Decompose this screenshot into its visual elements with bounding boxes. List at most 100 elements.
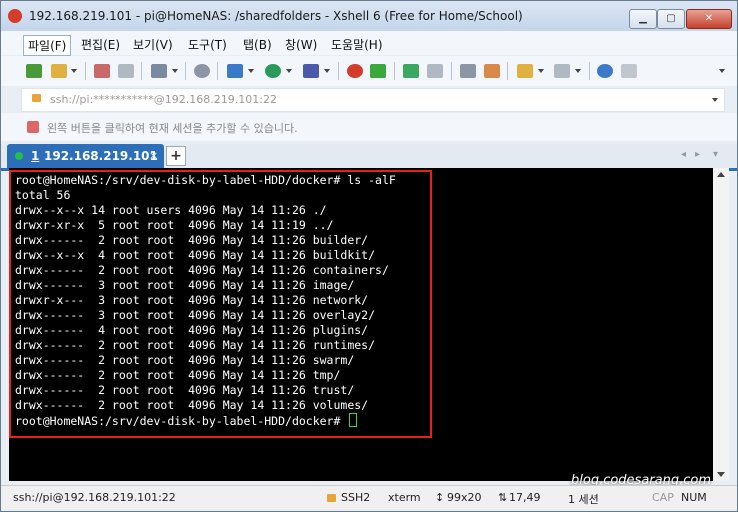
toolbar-divider: [394, 62, 395, 80]
address-bar[interactable]: ssh://pi:***********@192.168.219.101:22: [21, 88, 725, 112]
menu-tools[interactable]: 도구(T): [184, 35, 231, 54]
minimize-button[interactable]: ▁: [629, 9, 657, 29]
status-bar: ssh://pi@192.168.219.101:22 SSH2 xterm ↕…: [1, 485, 737, 510]
lock-icon[interactable]: [427, 64, 443, 78]
menu-file[interactable]: 파일(F): [23, 35, 72, 56]
open-folder-icon[interactable]: [51, 64, 67, 78]
transfer-icon[interactable]: [227, 64, 243, 78]
keyboard-icon[interactable]: [460, 64, 476, 78]
status-sessions: 1 세션: [568, 493, 599, 506]
properties-icon[interactable]: [151, 64, 167, 78]
connected-status-icon: [15, 152, 23, 160]
menu-window[interactable]: 창(W): [281, 35, 321, 54]
highlight-icon[interactable]: [484, 64, 500, 78]
tab-label: 192.168.219.101: [44, 149, 158, 163]
tab-next-icon[interactable]: ▸: [695, 149, 700, 160]
terminal-line: drwx--x--x 4 root root 4096 May 14 11:26…: [15, 248, 376, 262]
status-protocol: SSH2: [341, 491, 371, 504]
status-term: xterm: [388, 491, 421, 504]
tab-session-1[interactable]: 1 192.168.219.101 ×: [7, 144, 164, 168]
terminal-line: drwx------ 2 root root 4096 May 14 11:26…: [15, 263, 389, 277]
terminal-line: drwx------ 2 root root 4096 May 14 11:26…: [15, 398, 369, 412]
terminal-line: drwx------ 2 root root 4096 May 14 11:26…: [15, 383, 355, 397]
terminal-line: drwx------ 2 root root 4096 May 14 11:26…: [15, 368, 341, 382]
globe-icon[interactable]: [265, 64, 281, 78]
menu-help[interactable]: 도움말(H): [327, 35, 387, 54]
chevron-down-icon[interactable]: [538, 69, 544, 73]
chevron-down-icon[interactable]: [248, 69, 254, 73]
toolbar-divider: [185, 62, 186, 80]
xftp-icon[interactable]: [370, 64, 386, 78]
terminal-line: drwxr-x--- 3 root root 4096 May 14 11:26…: [15, 293, 369, 307]
vertical-scrollbar[interactable]: [713, 168, 729, 481]
scroll-up-icon[interactable]: [717, 172, 725, 177]
add-tab-button[interactable]: +: [166, 146, 186, 166]
terminal-prompt: root@HomeNAS:/srv/dev-disk-by-label-HDD/…: [15, 414, 348, 428]
hint-text: 왼쪽 버튼을 클릭하여 현재 세션을 추가할 수 있습니다.: [47, 122, 298, 135]
terminal-line: drwx------ 2 root root 4096 May 14 11:26…: [15, 233, 369, 247]
font-icon[interactable]: [303, 64, 319, 78]
terminal-line: drwx------ 2 root root 4096 May 14 11:26…: [15, 338, 376, 352]
cursor-position-icon: ⇅: [498, 491, 508, 504]
close-button[interactable]: ✕: [686, 9, 732, 29]
status-size: 99x20: [447, 491, 482, 504]
find-icon[interactable]: [194, 64, 210, 78]
new-session-icon[interactable]: [26, 64, 42, 78]
chevron-down-icon[interactable]: [719, 69, 725, 73]
tab-number: 1: [31, 149, 40, 163]
chevron-down-icon[interactable]: [286, 69, 292, 73]
disconnect-icon[interactable]: [118, 64, 134, 78]
menu-view[interactable]: 보기(V): [129, 35, 177, 54]
terminal-line: drwx------ 3 root root 4096 May 14 11:26…: [15, 278, 355, 292]
address-input[interactable]: ssh://pi:***********@192.168.219.101:22: [50, 93, 277, 106]
toolbar-divider: [141, 62, 142, 80]
resize-icon: ↕: [435, 491, 445, 504]
scroll-down-icon[interactable]: [717, 472, 725, 477]
chevron-down-icon[interactable]: [71, 69, 77, 73]
menu-edit[interactable]: 편집(E): [77, 35, 124, 54]
terminal-line: total 56: [15, 188, 71, 202]
tab-bar: 1 192.168.219.101 × + ◂ ▸ ▾: [1, 144, 737, 171]
toolbar-divider: [589, 62, 590, 80]
layout-icon[interactable]: [554, 64, 570, 78]
xshell-logo-icon: [8, 9, 22, 23]
menu-tab[interactable]: 탭(B): [239, 35, 276, 54]
xshell-icon[interactable]: [347, 64, 363, 78]
chevron-down-icon[interactable]: [324, 69, 330, 73]
terminal-area[interactable]: root@HomeNAS:/srv/dev-disk-by-label-HDD/…: [9, 168, 713, 481]
chat-icon[interactable]: [621, 64, 637, 78]
menu-bar: 파일(F) 편집(E) 보기(V) 도구(T) 탭(B) 창(W) 도움말(H): [1, 31, 737, 56]
terminal-prompt-line[interactable]: root@HomeNAS:/srv/dev-disk-by-label-HDD/…: [15, 413, 358, 429]
title-bar[interactable]: 192.168.219.101 - pi@HomeNAS: /sharedfol…: [1, 1, 737, 31]
toolbar-divider: [217, 62, 218, 80]
chevron-down-icon[interactable]: [172, 69, 178, 73]
chevron-down-icon[interactable]: [575, 69, 581, 73]
tab-list-icon[interactable]: ▾: [713, 149, 718, 160]
fullscreen-icon[interactable]: [403, 64, 419, 78]
terminal-cursor: [349, 413, 358, 427]
status-connection: ssh://pi@192.168.219.101:22: [13, 491, 176, 504]
terminal-line: drwx------ 2 root root 4096 May 14 11:26…: [15, 353, 355, 367]
toolbar: [1, 56, 737, 86]
xshell-window: 192.168.219.101 - pi@HomeNAS: /sharedfol…: [0, 0, 738, 512]
window-title: 192.168.219.101 - pi@HomeNAS: /sharedfol…: [29, 9, 523, 23]
toolbar-divider: [85, 62, 86, 80]
quick-session-bar: 왼쪽 버튼을 클릭하여 현재 세션을 추가할 수 있습니다.: [1, 113, 737, 141]
lock-icon: [32, 94, 41, 102]
chevron-down-icon[interactable]: [712, 98, 718, 102]
maximize-button[interactable]: ▢: [657, 9, 685, 29]
reconnect-icon[interactable]: [94, 64, 110, 78]
quick-command-icon[interactable]: [27, 121, 39, 133]
toolbar-divider: [451, 62, 452, 80]
status-cap: CAP: [652, 491, 674, 504]
terminal-line: drwx--x--x 14 root users 4096 May 14 11:…: [15, 203, 327, 217]
new-tab-icon[interactable]: [517, 64, 533, 78]
terminal-line: drwx------ 3 root root 4096 May 14 11:26…: [15, 308, 376, 322]
status-num: NUM: [681, 491, 707, 504]
tab-close-icon[interactable]: ×: [149, 149, 158, 162]
lock-icon: [327, 494, 336, 502]
terminal-line: drwx------ 4 root root 4096 May 14 11:26…: [15, 323, 369, 337]
help-icon[interactable]: [597, 64, 613, 78]
status-position: 17,49: [509, 491, 541, 504]
tab-prev-icon[interactable]: ◂: [681, 149, 686, 160]
